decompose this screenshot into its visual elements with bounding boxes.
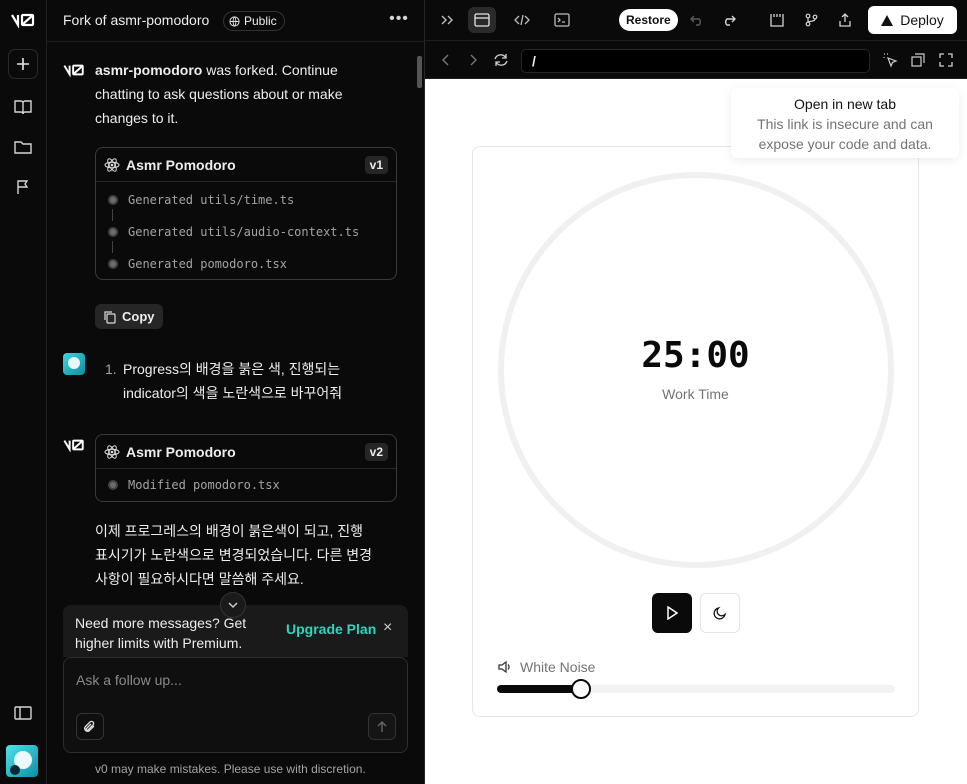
paperclip-icon bbox=[84, 720, 95, 732]
chat-panel: Fork of asmr-pomodoro Public ••• asmr-po… bbox=[47, 0, 425, 784]
react-icon bbox=[104, 444, 120, 459]
visibility-badge[interactable]: Public bbox=[223, 11, 285, 31]
user-message-line-1: Progress의 배경을 붉은 색, 진행되는 bbox=[123, 361, 341, 377]
tooltip-title: Open in new tab bbox=[794, 96, 896, 112]
v0-avatar-icon bbox=[62, 438, 86, 457]
react-icon bbox=[104, 157, 120, 172]
open-new-tab-icon[interactable] bbox=[904, 47, 932, 73]
volume-slider-fill bbox=[497, 685, 581, 693]
user-avatar[interactable] bbox=[6, 745, 38, 777]
list-number: 1. bbox=[105, 361, 117, 377]
globe-icon bbox=[229, 15, 240, 27]
assistant-reply-line-1: 이제 프로그레스의 배경이 붉은색이 되고, 진행 bbox=[95, 523, 364, 539]
share-icon[interactable] bbox=[831, 7, 859, 33]
divider bbox=[47, 41, 424, 42]
step-item: Modified pomodoro.tsx bbox=[96, 469, 396, 501]
chevron-down-icon bbox=[228, 602, 238, 609]
version-badge: v1 bbox=[364, 155, 388, 174]
flag-icon[interactable] bbox=[8, 172, 38, 202]
attach-button[interactable] bbox=[76, 713, 104, 740]
folder-icon[interactable] bbox=[8, 132, 38, 162]
volume-slider[interactable] bbox=[497, 679, 895, 699]
tooltip-line-2: expose your code and data. bbox=[758, 136, 932, 152]
redo-icon[interactable] bbox=[715, 7, 743, 33]
url-bar: / bbox=[425, 41, 967, 79]
chat-title: Fork of asmr-pomodoro bbox=[63, 12, 210, 28]
fullscreen-icon[interactable] bbox=[932, 47, 960, 73]
deploy-button[interactable]: Deploy bbox=[868, 6, 957, 34]
version-badge: v2 bbox=[364, 442, 388, 461]
terminal-icon[interactable] bbox=[548, 7, 576, 33]
tooltip-line-1: This link is insecure and can bbox=[757, 116, 933, 132]
copy-label: Copy bbox=[122, 309, 155, 324]
disclaimer: v0 may make mistakes. Please use with di… bbox=[95, 762, 366, 776]
fork-message: asmr-pomodoro was forked. Continue chatt… bbox=[95, 58, 385, 130]
card-title: Asmr Pomodoro bbox=[126, 443, 236, 460]
url-input[interactable]: / bbox=[521, 49, 870, 73]
fork-project-name: asmr-pomodoro bbox=[95, 62, 203, 78]
forward-icon[interactable] bbox=[459, 47, 487, 73]
git-branch-icon[interactable] bbox=[797, 7, 825, 33]
scroll-down-button[interactable] bbox=[220, 592, 246, 618]
close-icon[interactable]: × bbox=[383, 619, 392, 637]
more-options-icon[interactable]: ••• bbox=[387, 10, 411, 30]
preview-pane: 25:00 Work Time White Noise Open in new … bbox=[425, 79, 967, 784]
step-item: Generated utils/audio-context.ts bbox=[96, 216, 396, 248]
user-message-line-2: indicator의 색을 노란색으로 바꾸어줘 bbox=[123, 385, 343, 401]
code-icon[interactable] bbox=[508, 7, 536, 33]
refresh-icon[interactable] bbox=[487, 47, 515, 73]
copy-button[interactable]: Copy bbox=[95, 304, 163, 329]
new-chat-icon[interactable] bbox=[8, 49, 38, 79]
copy-icon bbox=[104, 310, 116, 324]
v0-avatar-icon bbox=[62, 63, 86, 82]
play-button[interactable] bbox=[652, 593, 692, 633]
collapse-icon[interactable] bbox=[433, 7, 461, 33]
assistant-reply-line-2: 표시기가 노란색으로 변경되었습니다. 다른 변경 bbox=[95, 547, 373, 563]
undo-icon[interactable] bbox=[683, 7, 711, 33]
step-item: Generated pomodoro.tsx bbox=[96, 248, 396, 280]
mode-label: Work Time bbox=[662, 386, 729, 402]
deploy-label: Deploy bbox=[900, 12, 944, 28]
step-item: Generated utils/time.ts bbox=[96, 184, 396, 216]
left-rail bbox=[0, 0, 47, 784]
visibility-label: Public bbox=[244, 14, 277, 28]
upgrade-text-line-1: Need more messages? Get bbox=[75, 615, 247, 631]
preview-toolbar: Restore Deploy bbox=[425, 0, 967, 41]
sidebar-toggle-icon[interactable] bbox=[8, 698, 38, 728]
volume-slider-thumb[interactable] bbox=[570, 679, 591, 699]
scrollbar[interactable] bbox=[417, 56, 422, 88]
theme-toggle-button[interactable] bbox=[700, 593, 740, 633]
assistant-reply-line-3: 사항이 필요하시다면 말씀해 주세요. bbox=[95, 571, 304, 587]
send-button[interactable] bbox=[368, 713, 396, 740]
version-history-icon[interactable] bbox=[763, 7, 791, 33]
version-card-v2[interactable]: Asmr Pomodoro v2 Modified pomodoro.tsx bbox=[95, 434, 397, 502]
play-icon bbox=[667, 606, 678, 620]
upgrade-plan-link[interactable]: Upgrade Plan bbox=[286, 621, 376, 637]
arrow-up-icon bbox=[377, 720, 387, 732]
user-message-avatar bbox=[63, 353, 85, 375]
card-title: Asmr Pomodoro bbox=[126, 156, 236, 173]
preview-tab-icon[interactable] bbox=[468, 7, 496, 33]
book-icon[interactable] bbox=[8, 92, 38, 122]
triangle-icon bbox=[881, 14, 894, 26]
upgrade-text-line-2: higher limits with Premium. bbox=[75, 635, 243, 651]
volume-icon bbox=[498, 660, 510, 674]
moon-icon bbox=[713, 606, 727, 620]
pomodoro-card: 25:00 Work Time White Noise bbox=[472, 146, 919, 717]
v0-logo[interactable] bbox=[8, 5, 38, 35]
input-placeholder: Ask a follow up... bbox=[76, 672, 182, 688]
back-icon[interactable] bbox=[432, 47, 460, 73]
restore-button[interactable]: Restore bbox=[619, 9, 678, 31]
select-element-icon[interactable] bbox=[876, 47, 904, 73]
version-card-v1[interactable]: Asmr Pomodoro v1 Generated utils/time.ts… bbox=[95, 147, 397, 280]
timer-display: 25:00 bbox=[641, 335, 750, 376]
open-new-tab-tooltip: Open in new tab This link is insecure an… bbox=[731, 88, 959, 158]
follow-up-input[interactable]: Ask a follow up... bbox=[63, 657, 408, 753]
noise-label: White Noise bbox=[520, 659, 596, 675]
